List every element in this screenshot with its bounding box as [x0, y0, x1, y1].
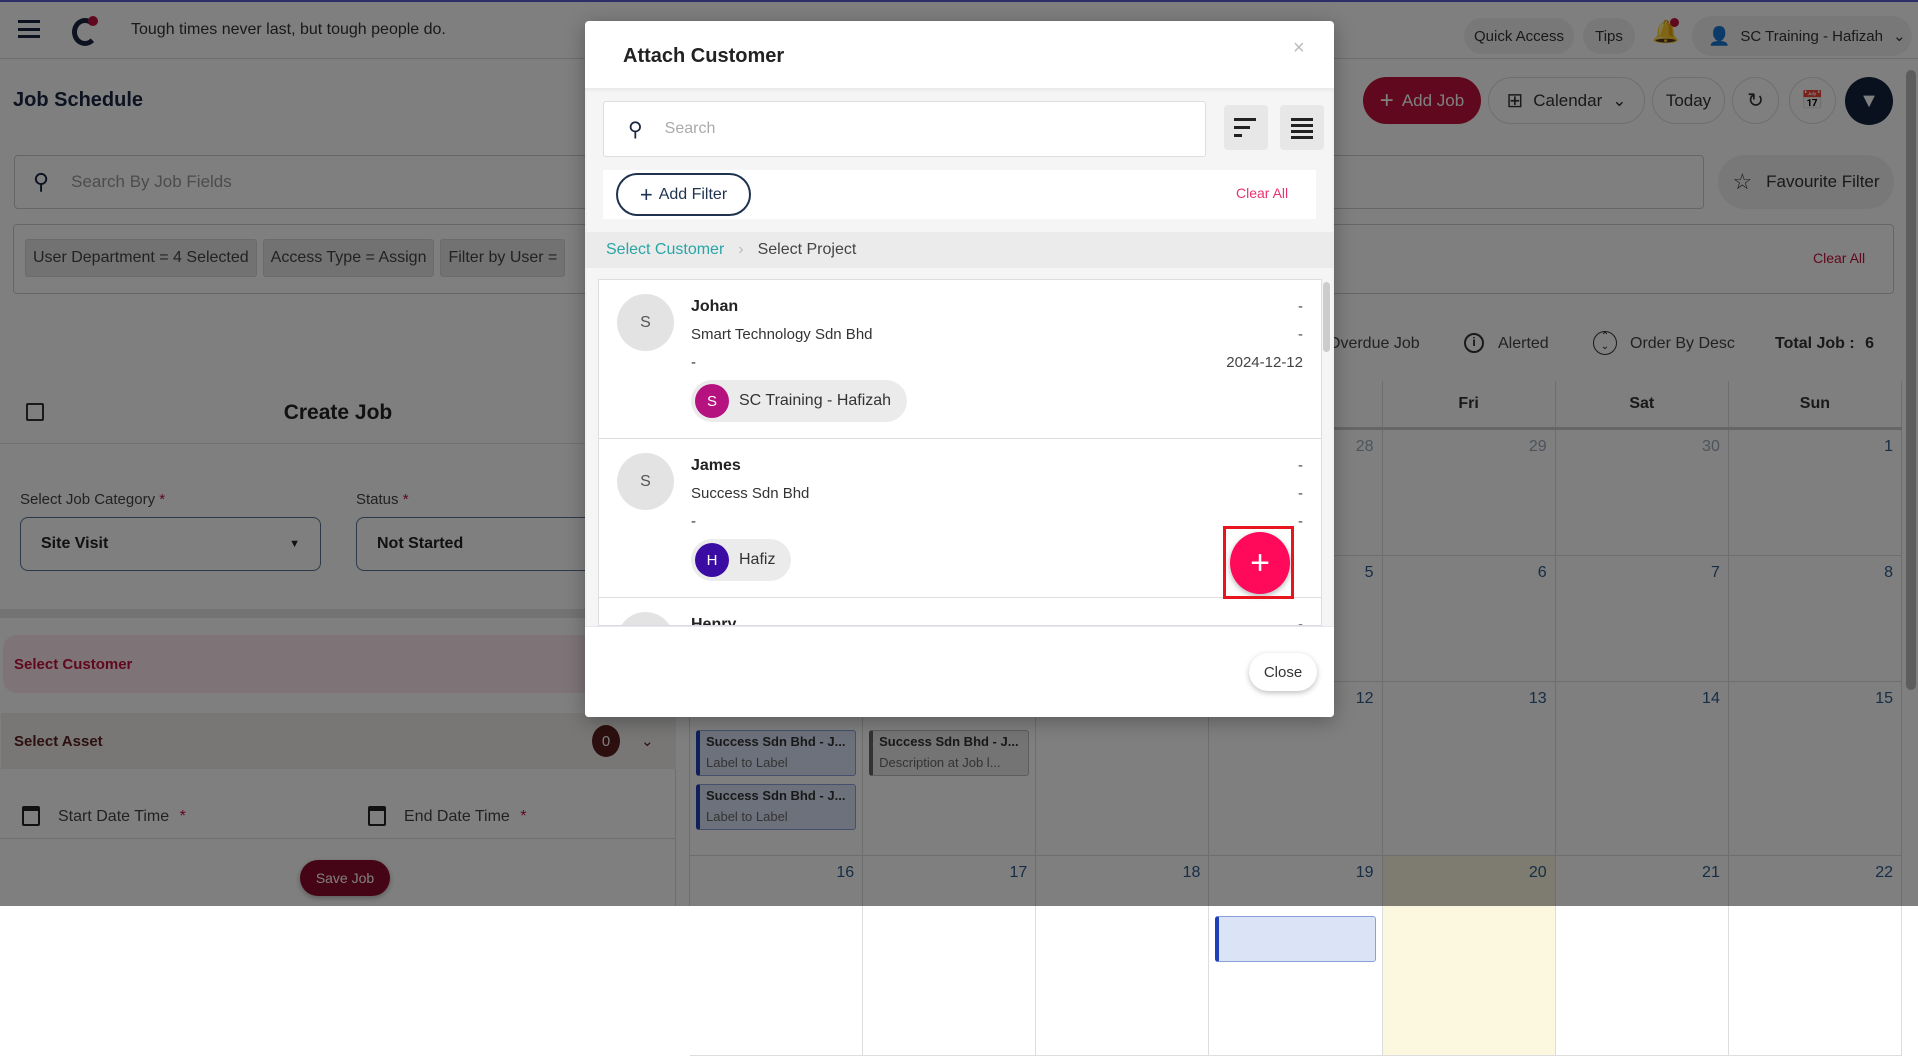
customer-meta: -: [1298, 485, 1303, 502]
highlight-box: [1223, 526, 1294, 599]
breadcrumb-project[interactable]: Select Project: [758, 241, 857, 259]
modal-title: Attach Customer: [623, 45, 785, 67]
sort-icon[interactable]: [1224, 105, 1268, 150]
close-icon[interactable]: ×: [1293, 37, 1305, 60]
calendar-event[interactable]: [1215, 916, 1376, 962]
customer-date: 2024-12-12: [1226, 354, 1303, 371]
customer-meta: -: [1298, 326, 1303, 343]
avatar: S: [617, 453, 674, 510]
customer-meta: -: [1298, 298, 1303, 315]
customer-list-item[interactable]: S James Success Sdn Bhd - - - - H Hafiz: [599, 439, 1321, 598]
list-view-icon[interactable]: [1280, 105, 1324, 150]
customer-detail: -: [691, 513, 696, 530]
plus-icon: +: [639, 181, 653, 207]
search-icon: ⚲: [628, 118, 643, 141]
customer-search[interactable]: ⚲ Search: [603, 101, 1206, 157]
search-placeholder: Search: [664, 120, 716, 137]
breadcrumb-customer[interactable]: Select Customer: [606, 241, 724, 259]
add-filter-button[interactable]: + Add Filter: [616, 173, 751, 216]
customer-company: Smart Technology Sdn Bhd: [691, 326, 873, 343]
breadcrumb: Select Customer › Select Project: [585, 232, 1334, 268]
customer-meta: -: [1298, 616, 1303, 626]
assignee-avatar: S: [695, 384, 729, 418]
customer-detail: -: [691, 354, 696, 371]
clear-all-button[interactable]: Clear All: [1236, 185, 1288, 201]
customer-name: Johan: [691, 298, 739, 315]
assignee-name: Hafiz: [739, 551, 776, 568]
customer-list-item[interactable]: S Johan Smart Technology Sdn Bhd - - - 2…: [599, 280, 1321, 439]
list-scrollbar[interactable]: [1323, 282, 1330, 352]
customer-date: -: [1298, 513, 1303, 530]
customer-name: Henry: [691, 616, 737, 626]
assignee-name: SC Training - Hafizah: [739, 392, 892, 409]
customer-name: James: [691, 457, 741, 474]
customer-list-item[interactable]: S Henry -: [599, 598, 1321, 626]
customer-meta: -: [1298, 457, 1303, 474]
assignee-avatar: H: [695, 543, 729, 577]
chevron-right-icon: ›: [738, 241, 744, 258]
close-button[interactable]: Close: [1249, 653, 1317, 691]
assignee-tag: H Hafiz: [691, 539, 792, 581]
attach-customer-modal: Attach Customer × ⚲ Search + Add Filter C…: [585, 21, 1334, 717]
avatar: S: [617, 612, 674, 625]
assignee-tag: S SC Training - Hafizah: [691, 380, 908, 422]
avatar: S: [617, 294, 674, 351]
customer-company: Success Sdn Bhd: [691, 485, 810, 502]
customer-list: S Johan Smart Technology Sdn Bhd - - - 2…: [598, 279, 1322, 626]
